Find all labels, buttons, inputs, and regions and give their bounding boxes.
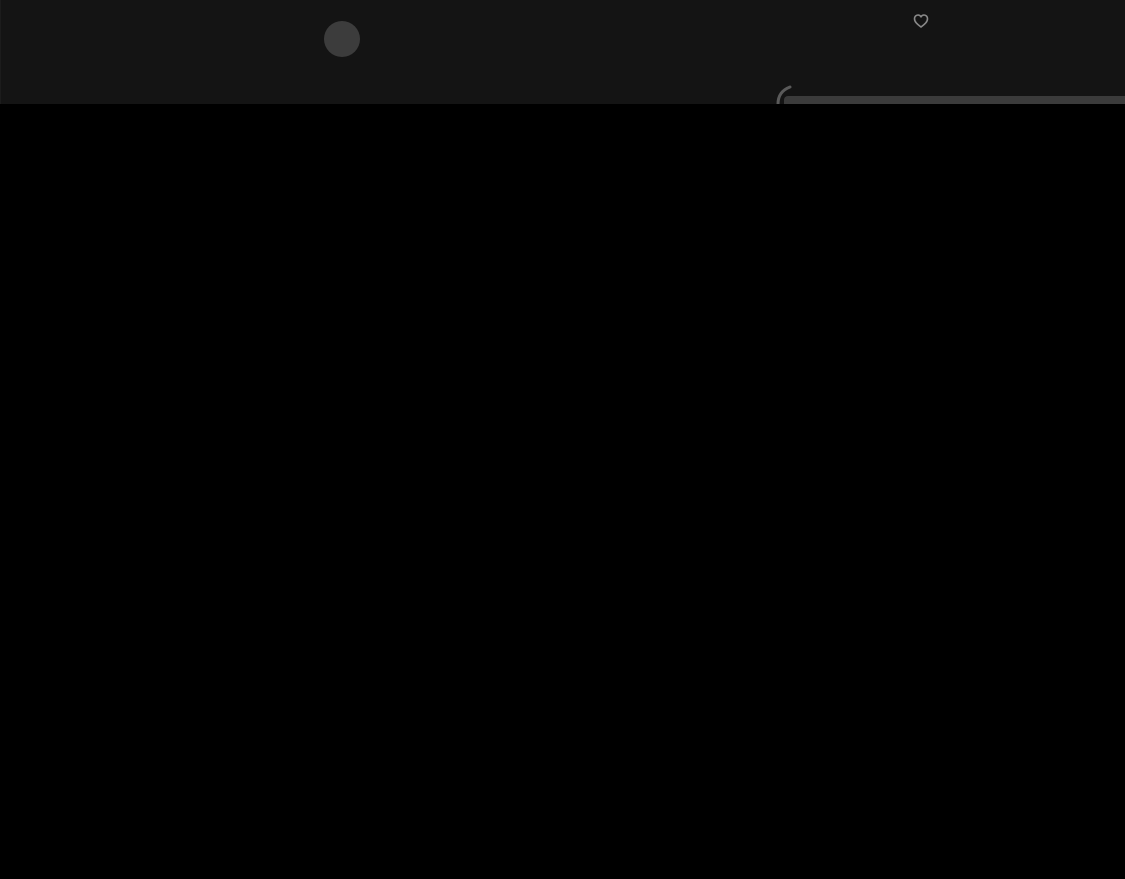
app-screen — [0, 0, 1125, 879]
panel-edge — [784, 96, 1125, 104]
top-bar — [0, 0, 1125, 104]
main-content-area — [0, 104, 1125, 879]
avatar-icon[interactable] — [324, 21, 360, 57]
heart-icon[interactable] — [912, 12, 930, 30]
